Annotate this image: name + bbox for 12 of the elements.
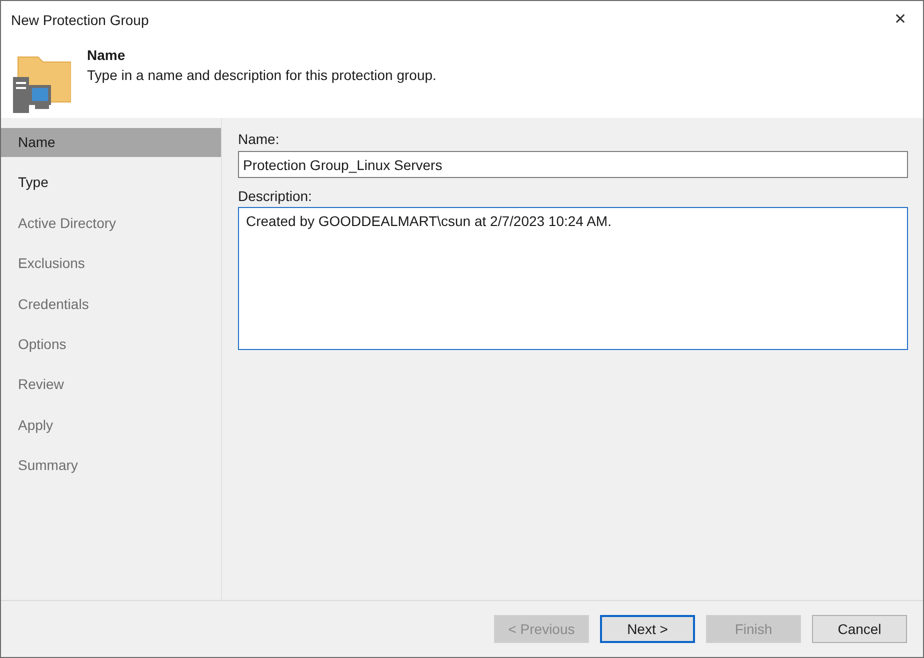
name-label: Name:	[238, 130, 280, 148]
header-title: Name	[87, 46, 126, 65]
wizard-button[interactable]: Cancel	[812, 615, 907, 643]
step-item[interactable]: Type	[1, 168, 221, 198]
window-title: New Protection Group	[11, 10, 149, 30]
name-field[interactable]: Protection Group_Linux Servers	[238, 151, 908, 178]
wizard-button[interactable]: Next >	[600, 615, 695, 643]
description-label: Description:	[238, 187, 313, 205]
step-item[interactable]: Name	[1, 128, 221, 157]
header-subtitle: Type in a name and description for this protection group.	[87, 66, 436, 85]
close-button[interactable]: ✕	[890, 8, 911, 32]
description-field[interactable]: Created by GOODDEALMART\csun at 2/7/2023 10:24 AM.	[238, 207, 908, 350]
